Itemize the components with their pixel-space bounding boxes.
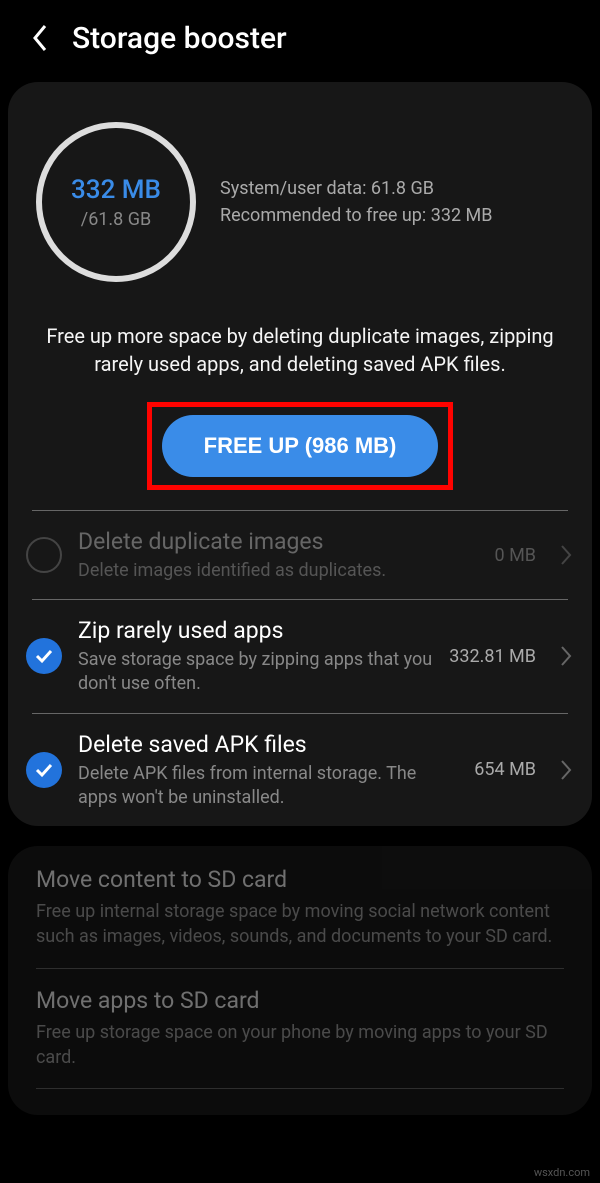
free-up-button[interactable]: FREE UP (986 MB) bbox=[162, 415, 439, 477]
stats-line-1: System/user data: 61.8 GB bbox=[220, 175, 564, 202]
list-item-zip-apps[interactable]: Zip rarely used apps Save storage space … bbox=[8, 600, 592, 712]
item-sub: Delete APK files from internal storage. … bbox=[78, 762, 458, 811]
storage-gauge: 332 MB /61.8 GB bbox=[36, 122, 196, 282]
sd-item-move-apps[interactable]: Move apps to SD card Free up storage spa… bbox=[36, 987, 564, 1070]
chevron-left-icon bbox=[30, 23, 50, 53]
main-card: 332 MB /61.8 GB System/user data: 61.8 G… bbox=[8, 82, 592, 826]
checkbox-duplicate-images[interactable] bbox=[26, 537, 62, 573]
item-size: 0 MB bbox=[494, 545, 536, 566]
item-title: Delete saved APK files bbox=[78, 730, 458, 760]
sd-title: Move content to SD card bbox=[36, 866, 564, 893]
action-wrap: FREE UP (986 MB) bbox=[8, 394, 592, 510]
item-sub: Delete images identified as duplicates. bbox=[78, 559, 478, 583]
checkbox-zip-apps[interactable] bbox=[26, 638, 62, 674]
description-text: Free up more space by deleting duplicate… bbox=[8, 310, 592, 394]
header: Storage booster bbox=[0, 0, 600, 82]
stats-line-2: Recommended to free up: 332 MB bbox=[220, 202, 564, 229]
checkbox-delete-apk[interactable] bbox=[26, 752, 62, 788]
item-size: 654 MB bbox=[474, 759, 536, 780]
item-size: 332.81 MB bbox=[449, 646, 536, 667]
back-button[interactable] bbox=[20, 18, 60, 58]
gauge-ring: 332 MB /61.8 GB bbox=[36, 122, 196, 282]
list-item-delete-apk[interactable]: Delete saved APK files Delete APK files … bbox=[8, 714, 592, 826]
highlight-box: FREE UP (986 MB) bbox=[147, 402, 454, 490]
chevron-right-icon bbox=[560, 645, 572, 667]
chevron-right-icon bbox=[560, 544, 572, 566]
list-item-duplicate-images[interactable]: Delete duplicate images Delete images id… bbox=[8, 511, 592, 599]
sd-title: Move apps to SD card bbox=[36, 987, 564, 1014]
page-title: Storage booster bbox=[72, 21, 287, 56]
chevron-right-icon bbox=[560, 759, 572, 781]
item-body: Delete duplicate images Delete images id… bbox=[78, 527, 478, 583]
sd-sub: Free up storage space on your phone by m… bbox=[36, 1020, 564, 1070]
item-title: Delete duplicate images bbox=[78, 527, 478, 557]
check-icon bbox=[33, 645, 55, 667]
sd-item-move-content[interactable]: Move content to SD card Free up internal… bbox=[36, 866, 564, 949]
divider bbox=[36, 968, 564, 969]
item-title: Zip rarely used apps bbox=[78, 616, 433, 646]
sd-sub: Free up internal storage space by moving… bbox=[36, 899, 564, 949]
gauge-main-value: 332 MB bbox=[71, 175, 161, 205]
divider bbox=[36, 1088, 564, 1089]
watermark: wsxdn.com bbox=[534, 1166, 590, 1179]
stats-row: 332 MB /61.8 GB System/user data: 61.8 G… bbox=[8, 82, 592, 310]
check-icon bbox=[33, 759, 55, 781]
item-sub: Save storage space by zipping apps that … bbox=[78, 648, 433, 697]
stats-text: System/user data: 61.8 GB Recommended to… bbox=[220, 175, 564, 229]
item-body: Delete saved APK files Delete APK files … bbox=[78, 730, 458, 810]
item-body: Zip rarely used apps Save storage space … bbox=[78, 616, 433, 696]
sd-card-section: Move content to SD card Free up internal… bbox=[8, 846, 592, 1115]
gauge-sub-value: /61.8 GB bbox=[81, 209, 151, 230]
